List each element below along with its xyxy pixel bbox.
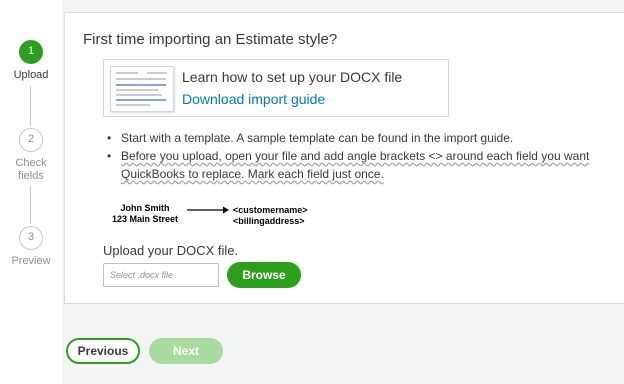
- card-title: First time importing an Estimate style?: [83, 31, 338, 48]
- step-connector: [30, 86, 31, 126]
- upload-label: Upload your DOCX file.: [103, 243, 239, 258]
- previous-button[interactable]: Previous: [66, 338, 140, 364]
- example-address: 123 Main Street: [111, 214, 179, 224]
- file-select-input[interactable]: Select .docx file: [103, 263, 219, 287]
- step-3-label: Preview: [11, 255, 51, 267]
- example-source: John Smith 123 Main Street: [105, 203, 185, 225]
- list-item: • Start with a template. A sample templat…: [107, 131, 514, 145]
- arrow-right-icon: [187, 206, 229, 214]
- step-1-indicator: 1: [19, 40, 43, 64]
- instruction-text: Start with a template. A sample template…: [121, 131, 514, 145]
- step-2-indicator: 2: [19, 128, 43, 152]
- example-billingaddress-field: <billingaddress>: [233, 216, 305, 226]
- browse-button[interactable]: Browse: [227, 262, 301, 288]
- example-name: John Smith: [120, 203, 170, 213]
- step-3-indicator: 3: [19, 226, 43, 250]
- download-import-guide-link[interactable]: Download import guide: [182, 91, 325, 107]
- example-fields: <customername> <billingaddress>: [233, 205, 308, 227]
- list-item: • Before you upload, open your file and a…: [107, 149, 590, 181]
- instruction-text: Before you upload, open your file and ad…: [121, 149, 590, 181]
- next-button[interactable]: Next: [149, 338, 223, 364]
- step-1-label: Upload: [13, 69, 49, 81]
- step-connector: [30, 186, 31, 224]
- guide-title: Learn how to set up your DOCX file: [182, 69, 403, 85]
- step-check-fields: 2 Check fields: [0, 128, 62, 183]
- mapping-example: John Smith 123 Main Street <customername…: [105, 201, 345, 235]
- instructions-list: • Start with a template. A sample templat…: [103, 129, 613, 183]
- import-stepper: 1 Upload 2 Check fields 3 Preview: [0, 0, 62, 384]
- step-upload: 1 Upload: [0, 40, 62, 82]
- step-preview: 3 Preview: [0, 226, 62, 268]
- step-2-label: Check fields: [15, 157, 47, 182]
- import-card: First time importing an Estimate style? …: [64, 12, 624, 304]
- document-thumbnail-icon: [110, 66, 174, 112]
- import-guide-box: Learn how to set up your DOCX file Downl…: [103, 59, 449, 117]
- example-customername-field: <customername>: [233, 205, 308, 215]
